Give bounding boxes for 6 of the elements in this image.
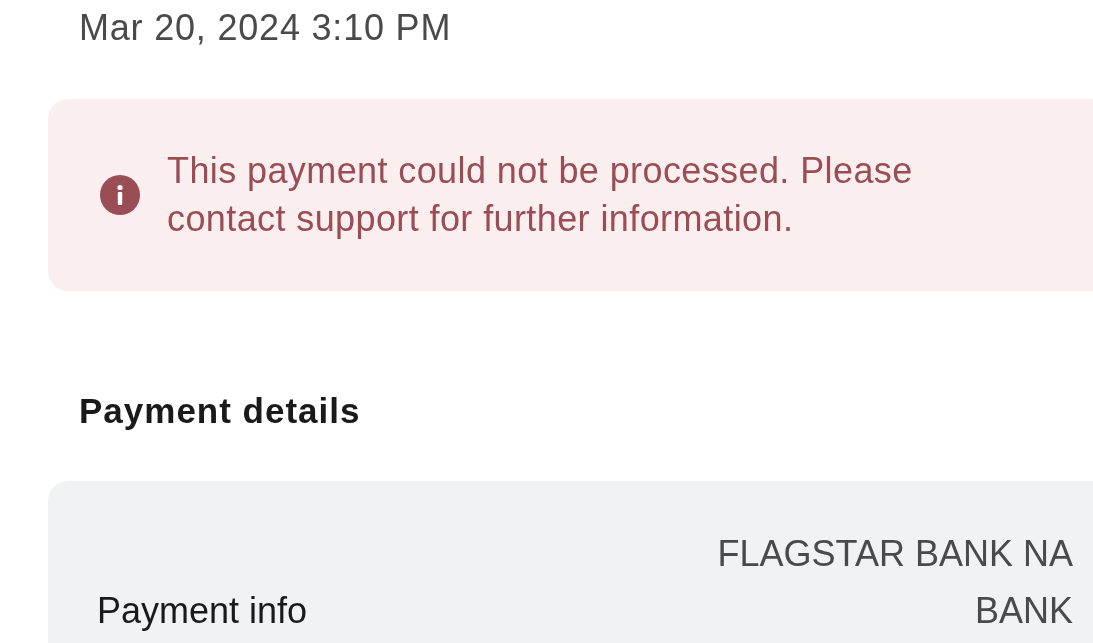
detail-value: FLAGSTAR BANK NA BANK	[716, 532, 1073, 633]
alert-message: This payment could not be processed. Please contact support for further information.	[167, 149, 914, 241]
info-icon	[100, 175, 140, 215]
transaction-date: Mar 20, 2024 3:10 PM	[78, 6, 453, 49]
detail-label: Payment info	[97, 589, 308, 633]
section-heading: Payment details	[78, 390, 362, 432]
